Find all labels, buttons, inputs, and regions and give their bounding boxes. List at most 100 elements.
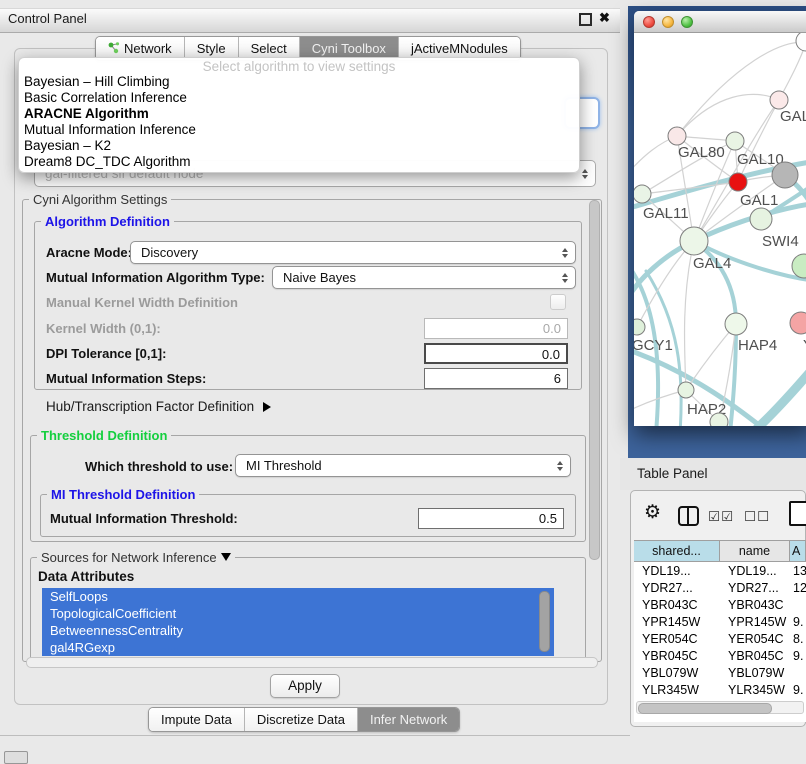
node-label: GAL	[780, 108, 806, 125]
network-node-hap4[interactable]	[725, 313, 747, 335]
tab-label: Discretize Data	[257, 712, 345, 727]
attribute-item-topologicalcoefficient[interactable]: TopologicalCoefficient	[42, 605, 554, 622]
network-node-gal[interactable]	[770, 91, 788, 109]
attribute-item-selfloops[interactable]: SelfLoops	[42, 588, 554, 605]
table-cell: YBR043C	[720, 598, 790, 612]
window-minimize-button[interactable]	[662, 16, 674, 28]
close-panel-icon[interactable]: ✖	[599, 10, 610, 26]
network-node-gal80[interactable]	[668, 127, 686, 145]
algorithm-option-dream8-dc-tdc-algorithm[interactable]: Dream8 DC_TDC Algorithm	[19, 154, 579, 170]
kernel-width-field[interactable]: 0.0	[424, 318, 568, 339]
apply-button[interactable]: Apply	[270, 674, 340, 698]
hub-definition-expander[interactable]: Hub/Transcription Factor Definition	[46, 399, 271, 414]
data-attributes-list[interactable]: SelfLoopsTopologicalCoefficientBetweenne…	[42, 588, 554, 656]
network-window-titlebar[interactable]	[634, 11, 806, 33]
expander-arrow-icon	[263, 402, 271, 412]
table-cell: YBR045C	[720, 649, 790, 663]
attributes-list-scrollbar[interactable]	[539, 591, 550, 652]
kernel-width-label: Kernel Width (0,1):	[46, 321, 161, 336]
dpi-tolerance-field[interactable]: 0.0	[424, 343, 568, 364]
table-cell: 9.	[790, 649, 806, 663]
mi-type-combo[interactable]: Naive Bayes	[272, 266, 576, 289]
new-table-icon[interactable]	[789, 501, 806, 526]
network-node[interactable]	[710, 413, 728, 426]
mi-threshold-field[interactable]: 0.5	[418, 508, 564, 529]
network-node-gal11[interactable]	[634, 185, 651, 203]
table-row[interactable]: YLR345WYLR345W9.	[634, 681, 806, 698]
tab-label: Cyni Toolbox	[312, 41, 386, 56]
threshold-definition-legend: Threshold Definition	[37, 428, 171, 443]
table-row[interactable]: YPR145WYPR145W9.	[634, 613, 806, 630]
window-zoom-button[interactable]	[681, 16, 693, 28]
table-row[interactable]: YBL079WYBL079W	[634, 664, 806, 681]
network-node-gal10[interactable]	[726, 132, 744, 150]
which-threshold-value: MI Threshold	[246, 458, 322, 473]
network-node-y[interactable]	[790, 312, 806, 334]
select-columns-icon[interactable]: ☑☑	[708, 509, 734, 525]
table-cell: YLR345W	[634, 683, 720, 697]
float-panel-icon[interactable]	[579, 13, 592, 26]
node-label: GAL11	[643, 205, 689, 222]
algorithm-dropdown-popup: Select algorithm to view settings Bayesi…	[18, 57, 580, 173]
aracne-mode-value: Discovery	[141, 245, 198, 260]
sources-legend[interactable]: Sources for Network Inference	[37, 550, 235, 565]
table-cell: YPR145W	[634, 615, 720, 629]
table-scrollbar-thumb[interactable]	[638, 703, 772, 714]
table-cell: 8.	[790, 632, 806, 646]
table-cell: 9.	[790, 615, 806, 629]
tab-impute-data[interactable]: Impute Data	[149, 708, 244, 731]
network-node-swi4[interactable]	[750, 208, 772, 230]
table-row[interactable]: YER054CYER054C8.	[634, 630, 806, 647]
which-threshold-combo[interactable]: MI Threshold	[235, 454, 571, 477]
algorithm-option-basic-correlation-inference[interactable]: Basic Correlation Inference	[19, 90, 579, 106]
column-header-shared[interactable]: shared...	[634, 541, 720, 561]
network-node-gal1[interactable]	[729, 173, 747, 191]
network-node[interactable]	[772, 162, 798, 188]
table-row[interactable]: YDR27...YDR27...12	[634, 579, 806, 596]
control-panel-titlebar	[0, 8, 620, 33]
algorithm-dropdown-placeholder: Select algorithm to view settings	[19, 58, 579, 74]
columns-icon[interactable]	[678, 506, 699, 526]
minimized-panel-button[interactable]	[4, 751, 28, 764]
data-attributes-label: Data Attributes	[38, 569, 134, 584]
network-node-gal4[interactable]	[680, 227, 708, 255]
aracne-mode-combo[interactable]: Discovery	[130, 241, 576, 264]
tab-label: Style	[197, 41, 226, 56]
gear-icon[interactable]: ⚙	[644, 503, 661, 523]
collapse-arrow-icon	[221, 553, 231, 561]
combo-stepper-icon	[582, 161, 588, 186]
tab-label: Select	[251, 41, 287, 56]
network-canvas[interactable]: GALGAL80GAL10GAL1GAL11SWI4GAL4GCY1HAP4YH…	[634, 33, 806, 426]
table-panel-title: Table Panel	[637, 466, 708, 481]
tab-discretize-data[interactable]: Discretize Data	[244, 708, 357, 731]
combo-stepper-icon	[562, 267, 568, 288]
table-cell: YPR145W	[720, 615, 790, 629]
manual-kernel-checkbox[interactable]	[550, 294, 566, 310]
network-node-gcy1[interactable]	[634, 319, 645, 335]
algorithm-option-bayesian-k2[interactable]: Bayesian – K2	[19, 138, 579, 154]
cyni-algorithm-settings-legend: Cyni Algorithm Settings	[29, 192, 171, 207]
table-row[interactable]: YDL19...YDL19...13	[634, 562, 806, 579]
table-row[interactable]: YBR045CYBR045C9.	[634, 647, 806, 664]
table-row[interactable]: YBR043CYBR043C	[634, 596, 806, 613]
manual-kernel-label: Manual Kernel Width Definition	[46, 295, 238, 310]
window-close-button[interactable]	[643, 16, 655, 28]
network-node[interactable]	[796, 33, 806, 51]
network-node-hap2[interactable]	[678, 382, 694, 398]
tab-label: Infer Network	[370, 712, 447, 727]
table-cell: 9.	[790, 683, 806, 697]
column-header-name[interactable]: name	[720, 541, 790, 561]
mi-steps-field[interactable]: 6	[424, 368, 568, 389]
attribute-item-betweennesscentrality[interactable]: BetweennessCentrality	[42, 622, 554, 639]
algorithm-option-aracne-algorithm[interactable]: ARACNE Algorithm	[19, 106, 579, 122]
table-body: YDL19...YDL19...13YDR27...YDR27...12YBR0…	[634, 562, 806, 715]
algorithm-option-mutual-information-inference[interactable]: Mutual Information Inference	[19, 122, 579, 138]
settings-vertical-scrollbar[interactable]	[589, 200, 600, 560]
column-header-a[interactable]: A	[790, 541, 806, 561]
network-node[interactable]	[792, 254, 806, 278]
algorithm-option-bayesian-hill-climbing[interactable]: Bayesian – Hill Climbing	[19, 74, 579, 90]
deselect-columns-icon[interactable]: ☐☐	[744, 509, 770, 525]
settings-horizontal-scrollbar[interactable]	[26, 657, 598, 668]
attribute-item-gal4rgexp[interactable]: gal4RGexp	[42, 639, 554, 656]
tab-infer-network[interactable]: Infer Network	[357, 708, 459, 731]
